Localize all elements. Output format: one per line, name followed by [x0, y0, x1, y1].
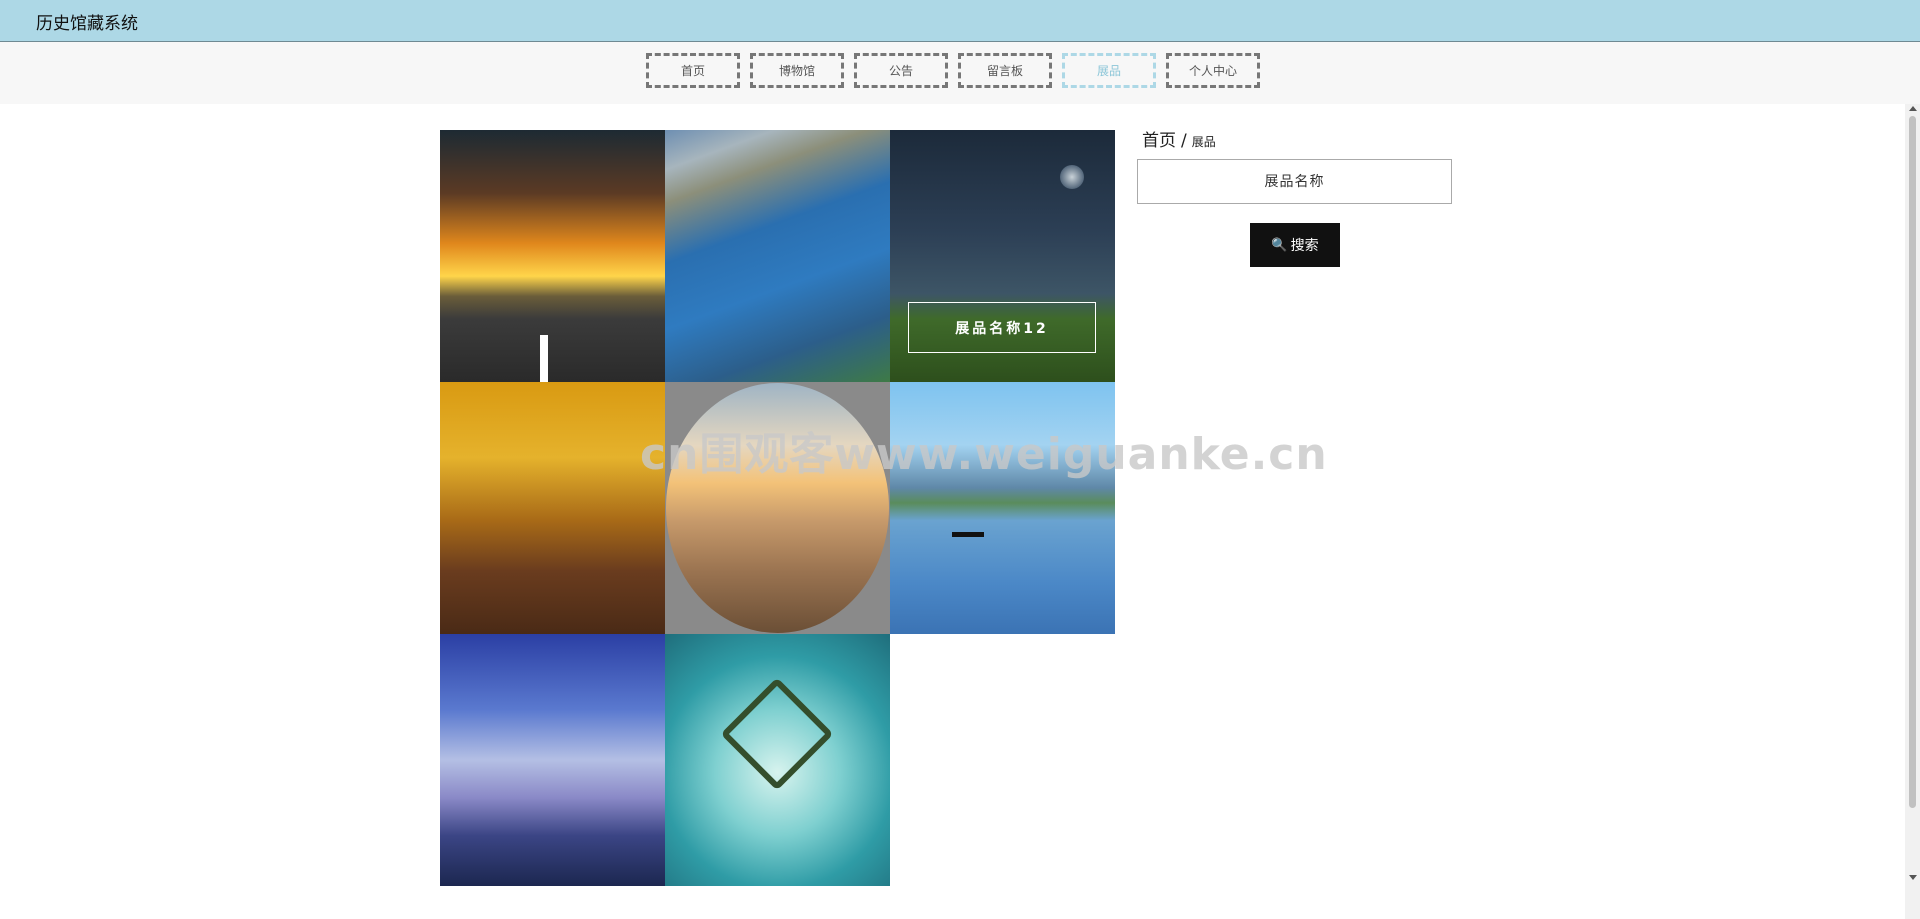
nav-bar: 首页 博物馆 公告 留言板 展品 个人中心: [0, 42, 1920, 104]
breadcrumb-separator: /: [1181, 131, 1187, 151]
road-line: [540, 335, 548, 382]
breadcrumb-current: 展品: [1191, 135, 1216, 149]
exhibit-tile[interactable]: 展品名称12: [890, 130, 1115, 382]
nav-item-message-board[interactable]: 留言板: [958, 53, 1052, 88]
search-input[interactable]: [1137, 159, 1452, 204]
scroll-up-arrow-icon[interactable]: [1909, 106, 1917, 111]
exhibit-tile[interactable]: [665, 382, 890, 634]
sun-shape: [1060, 165, 1084, 189]
top-header: 历史馆藏系统: [0, 0, 1920, 42]
exhibit-tile[interactable]: [440, 382, 665, 634]
exhibit-gallery: 展品名称12: [440, 130, 1115, 886]
exhibit-tile[interactable]: [440, 130, 665, 382]
nav-item-museum[interactable]: 博物馆: [750, 53, 844, 88]
search-button[interactable]: 🔍 搜索: [1250, 223, 1340, 267]
search-button-label: 搜索: [1290, 238, 1319, 254]
main-content: 展品名称12 首页/ 展品 🔍 搜索: [0, 104, 1905, 919]
round-image: [666, 383, 889, 633]
scroll-down-arrow-icon[interactable]: [1909, 875, 1917, 880]
search-icon: 🔍: [1271, 237, 1288, 253]
exhibit-tile[interactable]: [665, 634, 890, 886]
nav-item-announcement[interactable]: 公告: [854, 53, 948, 88]
exhibit-tile[interactable]: [890, 382, 1115, 634]
nav-item-exhibits[interactable]: 展品: [1062, 53, 1156, 88]
exhibit-tile[interactable]: [665, 130, 890, 382]
boat-shape: [952, 532, 984, 537]
heart-island-shape: [720, 677, 834, 791]
exhibit-tile[interactable]: [440, 634, 665, 886]
breadcrumb-home[interactable]: 首页: [1142, 131, 1176, 151]
scrollbar-thumb[interactable]: [1909, 116, 1916, 808]
nav-item-home[interactable]: 首页: [646, 53, 740, 88]
breadcrumb: 首页 / 展品: [1142, 126, 1216, 151]
app-title: 历史馆藏系统: [36, 14, 138, 34]
exhibit-caption[interactable]: 展品名称12: [908, 302, 1096, 353]
nav-menu: 首页 博物馆 公告 留言板 展品 个人中心: [646, 53, 1260, 88]
scrollbar[interactable]: [1905, 104, 1920, 919]
nav-item-personal-center[interactable]: 个人中心: [1166, 53, 1260, 88]
